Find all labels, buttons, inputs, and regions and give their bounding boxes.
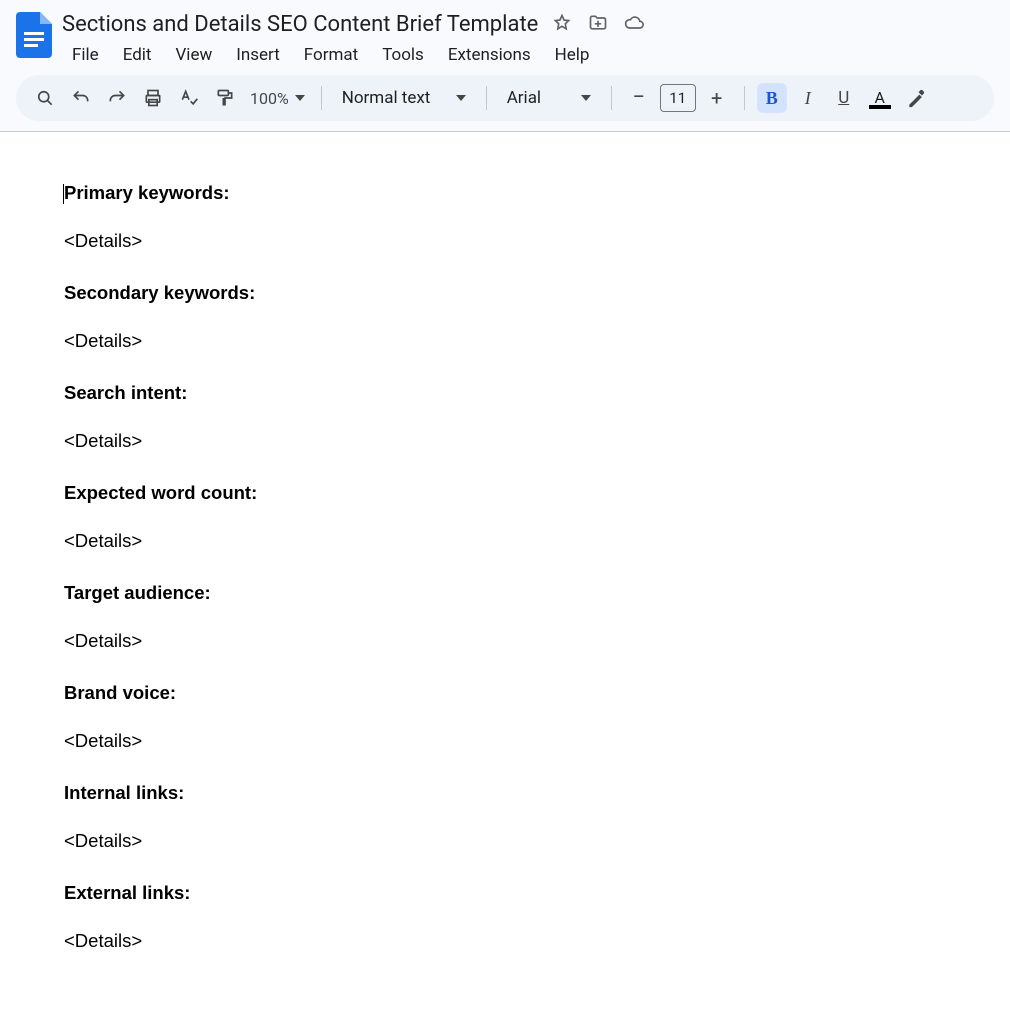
section-body[interactable]: <Details> (64, 730, 946, 752)
chevron-down-icon (581, 95, 591, 101)
italic-button[interactable]: I (793, 83, 823, 113)
menu-help[interactable]: Help (545, 41, 600, 69)
section-block: Search intent: <Details> (64, 382, 946, 452)
section-body[interactable]: <Details> (64, 930, 946, 952)
paragraph-style-value: Normal text (342, 88, 431, 108)
highlight-color-button[interactable] (901, 83, 931, 113)
section-heading[interactable]: External links: (64, 882, 946, 904)
section-heading-text: Primary keywords: (64, 182, 230, 203)
section-block: Secondary keywords: <Details> (64, 282, 946, 352)
menu-format[interactable]: Format (294, 41, 368, 69)
zoom-value: 100% (250, 89, 289, 108)
section-body[interactable]: <Details> (64, 230, 946, 252)
section-heading[interactable]: Expected word count: (64, 482, 946, 504)
bold-button[interactable]: B (757, 83, 787, 113)
cloud-status-icon[interactable] (624, 13, 644, 37)
star-icon[interactable] (552, 13, 572, 37)
menu-edit[interactable]: Edit (113, 41, 162, 69)
section-body[interactable]: <Details> (64, 330, 946, 352)
section-block: Expected word count: <Details> (64, 482, 946, 552)
menu-tools[interactable]: Tools (372, 41, 434, 69)
text-color-button[interactable]: A (865, 83, 895, 113)
section-heading[interactable]: Brand voice: (64, 682, 946, 704)
menu-file[interactable]: File (62, 41, 109, 69)
document-page[interactable]: Primary keywords: <Details> Secondary ke… (0, 182, 1010, 952)
separator (611, 86, 612, 110)
separator (744, 86, 745, 110)
spellcheck-icon[interactable] (174, 83, 204, 113)
menu-extensions[interactable]: Extensions (438, 41, 541, 69)
menu-bar: File Edit View Insert Format Tools Exten… (62, 39, 994, 75)
chevron-down-icon (456, 95, 466, 101)
section-block: Target audience: <Details> (64, 582, 946, 652)
paint-format-icon[interactable] (210, 83, 240, 113)
document-title[interactable]: Sections and Details SEO Content Brief T… (62, 10, 538, 39)
font-family-select[interactable]: Arial (499, 88, 599, 108)
search-icon[interactable] (30, 83, 60, 113)
print-icon[interactable] (138, 83, 168, 113)
underline-button[interactable]: U (829, 83, 859, 113)
separator (486, 86, 487, 110)
separator (321, 86, 322, 110)
font-family-value: Arial (507, 88, 541, 108)
chevron-down-icon (295, 95, 305, 101)
section-block: Brand voice: <Details> (64, 682, 946, 752)
document-canvas[interactable]: Primary keywords: <Details> Secondary ke… (0, 132, 1010, 1022)
menu-view[interactable]: View (165, 41, 222, 69)
section-heading[interactable]: Internal links: (64, 782, 946, 804)
section-heading[interactable]: Primary keywords: (64, 182, 946, 204)
docs-logo[interactable] (16, 12, 52, 58)
section-body[interactable]: <Details> (64, 630, 946, 652)
section-body[interactable]: <Details> (64, 430, 946, 452)
paragraph-style-select[interactable]: Normal text (334, 88, 474, 108)
section-heading[interactable]: Search intent: (64, 382, 946, 404)
zoom-select[interactable]: 100% (246, 89, 309, 108)
app-header: Sections and Details SEO Content Brief T… (0, 0, 1010, 75)
decrease-font-size-button[interactable]: − (624, 83, 654, 113)
section-body[interactable]: <Details> (64, 530, 946, 552)
section-heading[interactable]: Target audience: (64, 582, 946, 604)
increase-font-size-button[interactable]: + (702, 83, 732, 113)
menu-insert[interactable]: Insert (226, 41, 290, 69)
redo-icon[interactable] (102, 83, 132, 113)
section-body[interactable]: <Details> (64, 830, 946, 852)
font-size-input[interactable]: 11 (660, 84, 696, 112)
section-heading[interactable]: Secondary keywords: (64, 282, 946, 304)
move-folder-icon[interactable] (588, 13, 608, 37)
text-cursor (63, 184, 64, 204)
toolbar: 100% Normal text Arial − 11 + B I U (16, 75, 994, 121)
section-block: Internal links: <Details> (64, 782, 946, 852)
section-block: Primary keywords: <Details> (64, 182, 946, 252)
undo-icon[interactable] (66, 83, 96, 113)
section-block: External links: <Details> (64, 882, 946, 952)
